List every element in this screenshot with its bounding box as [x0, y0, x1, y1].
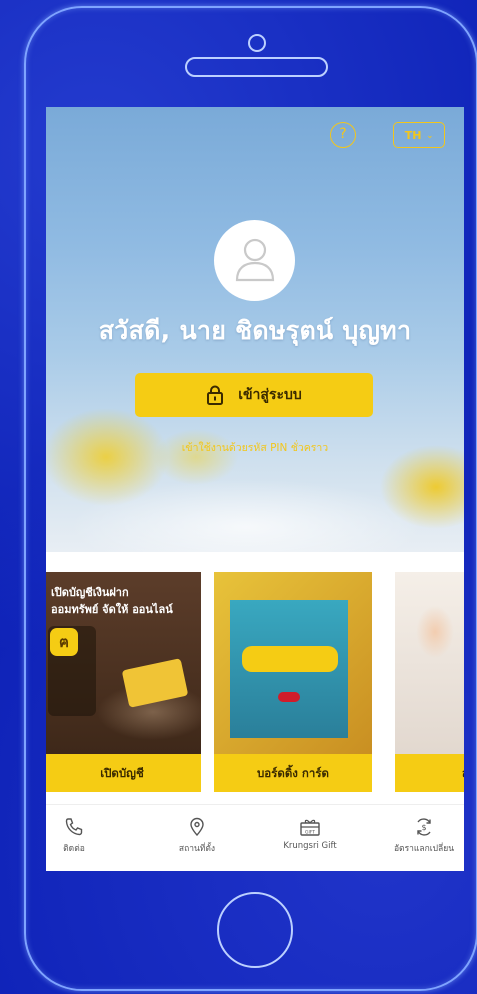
promo-line-1: เปิดบัญชีเงินฝาก	[51, 586, 129, 599]
login-button[interactable]: เข้าสู่ระบบ	[135, 373, 373, 417]
nav-label: อัตราแลกเปลี่ยน	[393, 844, 455, 854]
avatar	[214, 220, 295, 301]
phone-home-button[interactable]	[217, 892, 293, 968]
nav-item-locations[interactable]: สถานที่ตั้ง	[152, 817, 242, 855]
phone-speaker	[185, 57, 328, 77]
sunglasses-image	[242, 646, 338, 672]
chevron-down-icon: ⌄	[426, 130, 434, 140]
language-label: TH	[404, 128, 422, 142]
svg-text:$: $	[421, 823, 426, 832]
promo-card-label: เปิดบัญชี	[46, 754, 201, 792]
promo-carousel[interactable]: ฅ เปิดบัญชีเงินฝาก ออมทรัพย์ จัดให้ ออนไ…	[46, 572, 464, 797]
promo-overlay-text: เปิดบัญชีเงินฝาก ออมทรัพย์ จัดให้ ออนไลน…	[51, 584, 201, 618]
user-icon	[235, 238, 275, 282]
nav-label: ติดต่อ	[63, 844, 85, 854]
location-icon	[190, 817, 204, 837]
lips-image	[278, 692, 300, 702]
promo-card-label: ส	[395, 754, 464, 792]
promo-image: ฅ เปิดบัญชีเงินฝาก ออมทรัพย์ จัดให้ ออนไ…	[46, 572, 201, 754]
help-icon[interactable]: ?	[330, 122, 356, 148]
promo-card-label: บอร์ดดิ้ง การ์ด	[214, 754, 372, 792]
phone-camera	[248, 34, 266, 52]
temporary-pin-link[interactable]: เข้าใช้งานด้วยรหัส PIN ชั่วคราว	[46, 439, 464, 456]
svg-text:GIFT: GIFT	[305, 830, 315, 836]
debit-card-image	[121, 658, 189, 708]
promo-image	[395, 572, 464, 754]
hero-banner: ? TH ⌄ สวัสดี, นาย ชิดษรุตน์ บุญทา เข้าส…	[46, 107, 464, 552]
promo-image	[214, 572, 372, 754]
app-screen: ? TH ⌄ สวัสดี, นาย ชิดษรุตน์ บุญทา เข้าส…	[46, 107, 464, 871]
bottom-navigation: ติดต่อ สถานที่ตั้ง GIFT Krungsri Gift $ …	[46, 804, 464, 871]
nav-item-contact[interactable]: ติดต่อ	[46, 817, 119, 855]
login-label: เข้าสู่ระบบ	[238, 387, 302, 403]
language-selector[interactable]: TH ⌄	[393, 122, 445, 148]
promo-card-open-account[interactable]: ฅ เปิดบัญชีเงินฝาก ออมทรัพย์ จัดให้ ออนไ…	[46, 572, 201, 792]
promo-card-boarding-card[interactable]: บอร์ดดิ้ง การ์ด	[214, 572, 372, 792]
nav-label: สถานที่ตั้ง	[178, 844, 216, 854]
exchange-icon: $	[417, 818, 431, 836]
phone-icon	[65, 818, 83, 836]
nav-item-krungsri-gift[interactable]: GIFT Krungsri Gift	[265, 817, 355, 851]
promo-line-2: ออมทรัพย์ จัดให้ ออนไลน์	[51, 603, 173, 616]
lock-icon	[207, 385, 224, 405]
nav-item-exchange-rate[interactable]: $ อัตราแลกเปลี่ยน	[379, 817, 464, 855]
krungsri-app-icon: ฅ	[50, 628, 78, 656]
nav-label: Krungsri Gift	[283, 841, 337, 851]
greeting-text: สวัสดี, นาย ชิดษรุตน์ บุญทา	[98, 316, 412, 345]
promo-card-partial[interactable]: ส	[395, 572, 464, 792]
gift-icon: GIFT	[300, 819, 320, 836]
